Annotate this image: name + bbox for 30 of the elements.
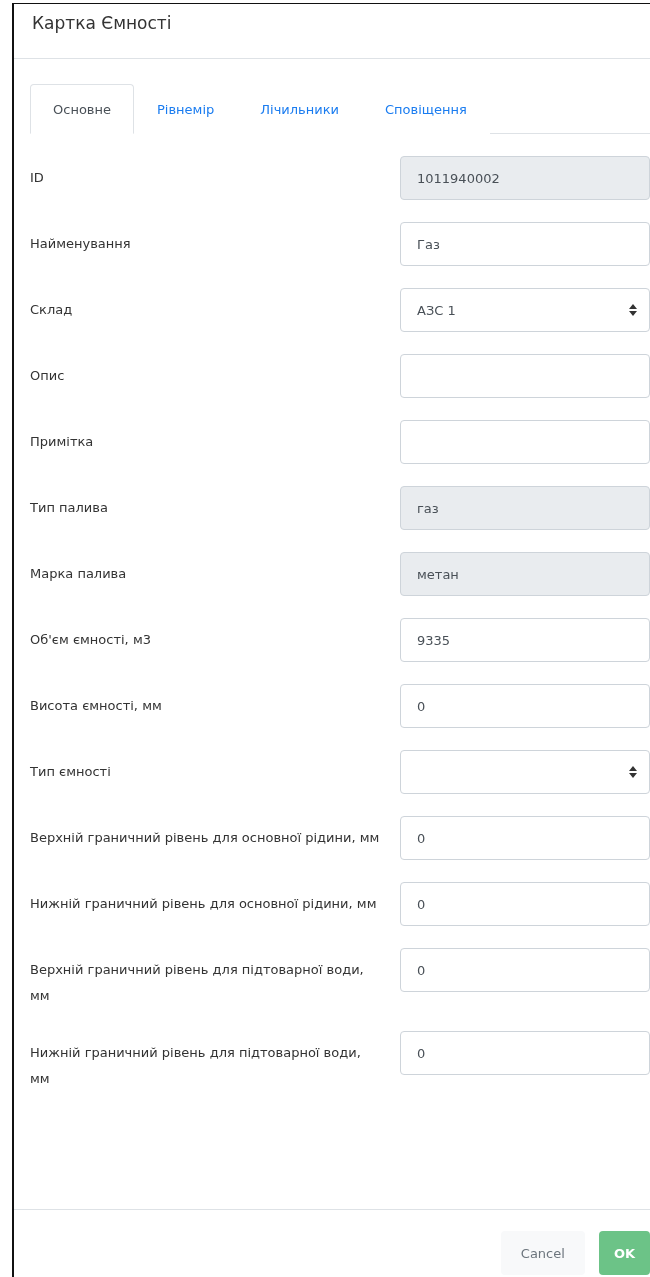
input-field[interactable]: 0 — [400, 684, 650, 728]
field-label: Тип палива — [30, 499, 109, 517]
select-field[interactable]: АЗС 1 — [400, 288, 650, 332]
input-field[interactable]: 9335 — [400, 618, 650, 662]
field-label: Марка палива — [30, 565, 128, 583]
field-label: Верхній граничний рівень для основної рідини, мм — [30, 829, 380, 847]
field-label: Найменування — [30, 235, 132, 253]
field-label: Опис — [30, 367, 66, 385]
field-label: Нижній граничний рівень для основної рідини, мм — [30, 895, 378, 913]
input-field[interactable]: 0 — [400, 882, 650, 926]
input-field[interactable]: Газ — [400, 222, 650, 266]
select-caret-icon — [629, 304, 637, 316]
select-field[interactable] — [400, 750, 650, 794]
field-label: Об'єм ємності, м3 — [30, 631, 152, 649]
input-field[interactable] — [400, 354, 650, 398]
field-label: Склад — [30, 301, 74, 319]
field-label: Нижній граничний рівень для підтоварної води, мм — [30, 1044, 362, 1088]
dialog-title: Картка Ємності — [32, 12, 173, 34]
input-field[interactable]: 0 — [400, 1031, 650, 1075]
field-label: Тип ємності — [30, 763, 112, 781]
input-field[interactable] — [400, 420, 650, 464]
cancel-button[interactable]: Cancel — [500, 1231, 585, 1275]
select-caret-icon — [629, 766, 637, 778]
field-label: Верхній граничний рівень для підтоварної води, мм — [30, 961, 365, 1005]
field-label: Висота ємності, мм — [30, 697, 163, 715]
field-label: ID — [30, 169, 45, 187]
input-field[interactable]: 0 — [400, 816, 650, 860]
tab[interactable]: Основне — [30, 84, 134, 134]
input-field[interactable]: 0 — [400, 948, 650, 992]
field-label: Примітка — [30, 433, 95, 451]
